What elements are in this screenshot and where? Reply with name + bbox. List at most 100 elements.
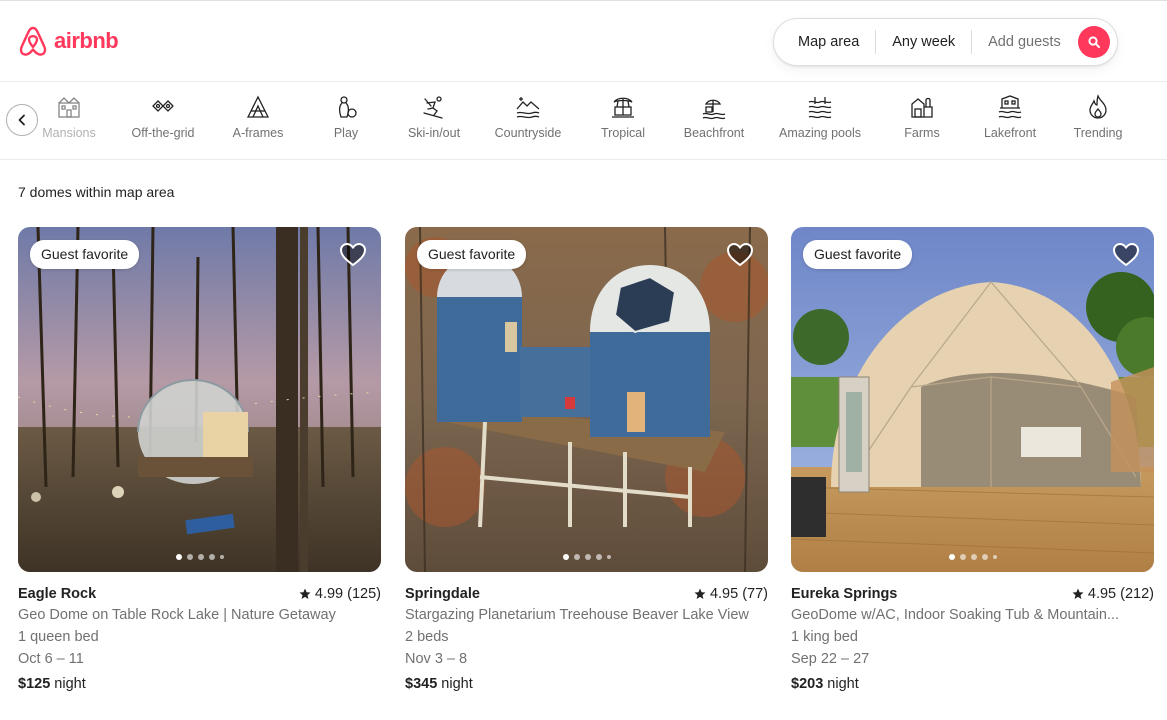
category-label: Mansions (42, 126, 96, 140)
star-icon (1072, 588, 1084, 599)
listing-photo[interactable]: Guest favorite (791, 227, 1154, 572)
category-label: Amazing pools (779, 126, 861, 140)
listing-info: Springdale 4.95 (77) Stargazing Planetar… (405, 584, 768, 692)
listing-price: $345 night (405, 676, 768, 692)
pagination-dot (175, 554, 182, 560)
category-label: Beachfront (683, 126, 745, 140)
listing-card[interactable]: Guest favorite Eagle Rock 4.99 (125) Geo… (18, 227, 381, 692)
listing-price: $203 night (791, 676, 1154, 692)
play-icon (338, 96, 357, 118)
listing-location: Eagle Rock (18, 586, 97, 602)
heart-icon[interactable] (339, 241, 367, 269)
off-grid-icon (152, 100, 174, 112)
listing-title: GeoDome w/AC, Indoor Soaking Tub & Mount… (791, 607, 1120, 623)
pagination-dot (197, 554, 204, 560)
heart-icon[interactable] (726, 241, 754, 269)
pagination-dot (992, 555, 997, 559)
price-unit: night (827, 676, 859, 692)
category-label: Off-the-grid (131, 126, 195, 140)
skier-icon (423, 96, 443, 119)
category-label: Tropical (601, 126, 645, 140)
rating-value: 4.99 (125) (314, 586, 381, 602)
top-header: airbnb Map area Any week Add guests (0, 0, 1167, 82)
pagination-dot (970, 554, 977, 560)
photo-canvas-dome (791, 227, 1154, 572)
listing-title: Stargazing Planetarium Treehouse Beaver … (405, 607, 749, 623)
category-label: Trending (1073, 126, 1123, 140)
listing-info: Eagle Rock 4.99 (125) Geo Dome on Table … (18, 584, 381, 692)
search-icon (1088, 36, 1100, 48)
listing-dates: Sep 22 – 27 (791, 651, 870, 667)
listing-price: $125 night (18, 676, 381, 692)
pagination-dot (981, 554, 988, 560)
category-ski-in-out[interactable]: Ski-in/out (403, 94, 465, 148)
farm-icon (911, 97, 933, 118)
listing-rating: 4.95 (212) (1072, 586, 1154, 602)
price-amount: $345 (405, 676, 438, 692)
pool-icon (808, 97, 832, 119)
category-beachfront[interactable]: Beachfront (680, 94, 748, 148)
photo-pagination (175, 554, 224, 560)
category-scroll-left-button[interactable] (6, 104, 38, 136)
guest-favorite-badge: Guest favorite (30, 240, 140, 269)
listing-location: Eureka Springs (791, 586, 898, 602)
category-label: A-frames (232, 126, 284, 140)
listing-card[interactable]: Guest favorite Eureka Springs 4.95 (212)… (791, 227, 1154, 692)
category-mansions[interactable]: Mansions (42, 94, 96, 148)
price-amount: $125 (18, 676, 51, 692)
category-tropical[interactable]: Tropical (598, 94, 648, 148)
flame-icon (1089, 94, 1107, 119)
listing-beds: 1 king bed (791, 629, 858, 645)
listing-rating: 4.95 (77) (694, 586, 768, 602)
category-label: Farms (904, 126, 940, 140)
category-countryside[interactable]: Countryside (490, 94, 566, 148)
search-when[interactable]: Any week (876, 30, 971, 54)
chevron-left-icon (18, 114, 25, 126)
listing-card[interactable]: Guest favorite Springdale 4.95 (77) Star… (405, 227, 768, 692)
airbnb-logo-icon (19, 26, 47, 56)
category-lakefront[interactable]: Lakefront (980, 94, 1040, 148)
pagination-dot (606, 555, 611, 559)
listing-dates: Nov 3 – 8 (405, 651, 468, 667)
category-farms[interactable]: Farms (902, 94, 942, 148)
category-amazing-pools[interactable]: Amazing pools (776, 94, 864, 148)
listing-beds: 1 queen bed (18, 629, 99, 645)
star-icon (299, 588, 311, 599)
pagination-dot (562, 554, 569, 560)
search-guests[interactable]: Add guests (972, 30, 1077, 54)
palm-tree-icon (612, 97, 634, 118)
results-count: 7 domes within map area (18, 184, 175, 200)
logo-wordmark: airbnb (54, 28, 119, 53)
countryside-icon (516, 97, 540, 119)
airbnb-logo[interactable]: airbnb (18, 25, 119, 57)
category-label: Ski-in/out (407, 126, 461, 140)
search-bar[interactable]: Map area Any week Add guests (773, 18, 1118, 66)
heart-icon[interactable] (1112, 241, 1140, 269)
pagination-dot (959, 554, 966, 560)
category-off-the-grid[interactable]: Off-the-grid (126, 94, 200, 148)
listing-photo[interactable]: Guest favorite (18, 227, 381, 572)
category-label: Lakefront (983, 126, 1037, 140)
listing-rating: 4.99 (125) (299, 586, 381, 602)
lakefront-icon (998, 95, 1022, 119)
rating-value: 4.95 (212) (1087, 586, 1154, 602)
photo-forest-dome (18, 227, 381, 572)
listing-dates: Oct 6 – 11 (18, 651, 84, 667)
guest-favorite-badge: Guest favorite (417, 240, 527, 269)
listing-photo[interactable]: Guest favorite (405, 227, 768, 572)
listing-beds: 2 beds (405, 629, 449, 645)
pagination-dot (219, 555, 224, 559)
category-a-frames[interactable]: A-frames (228, 94, 288, 148)
pagination-dot (186, 554, 193, 560)
photo-pagination (562, 554, 611, 560)
category-bar: Mansions Off-the-grid A-frames Play Ski-… (0, 82, 1167, 160)
listing-info: Eureka Springs 4.95 (212) GeoDome w/AC, … (791, 584, 1154, 692)
category-trending[interactable]: Trending (1070, 94, 1126, 148)
category-label: Play (333, 126, 359, 140)
search-button[interactable] (1078, 26, 1110, 58)
mansion-icon (58, 97, 80, 118)
category-play[interactable]: Play (327, 94, 365, 148)
pagination-dot (573, 554, 580, 560)
search-where[interactable]: Map area (774, 30, 875, 54)
photo-blue-treehouse (405, 227, 768, 572)
